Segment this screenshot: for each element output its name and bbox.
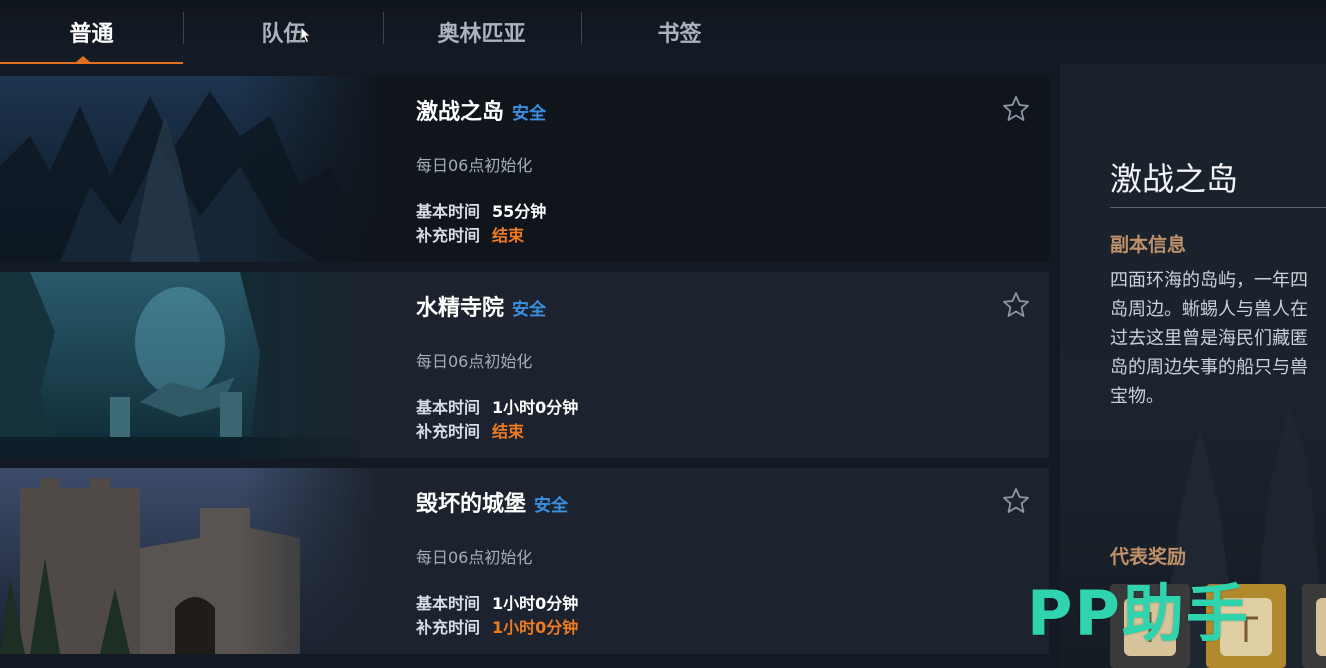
bookmark-star-icon[interactable] [1001, 94, 1031, 124]
dungeon-name: 激战之岛 [416, 100, 505, 125]
base-time-value: 1小时0分钟 [492, 398, 579, 417]
dungeon-name: 毁坏的城堡 [416, 492, 527, 517]
extra-time-value: 1小时0分钟 [492, 618, 579, 637]
base-time-value: 1小时0分钟 [492, 594, 579, 613]
active-tab-indicator [0, 62, 183, 64]
base-time-value: 55分钟 [492, 202, 547, 221]
extra-time-value: 结束 [492, 422, 525, 441]
active-tab-caret [76, 56, 90, 62]
dungeon-card[interactable]: 激战之岛 安全 每日06点初始化 基本时间 55分钟 补充时间 结束 [0, 76, 1049, 262]
tab-divider [383, 12, 384, 44]
base-time-label: 基本时间 [416, 398, 481, 417]
tab-normal[interactable]: 普通 [0, 0, 183, 64]
dungeon-thumbnail-temple [0, 272, 380, 458]
tab-olympia[interactable]: 奥林匹亚 [390, 0, 573, 64]
extra-time-value: 结束 [492, 226, 525, 245]
tab-bar: 普通 队伍 奥林匹亚 书签 [0, 0, 1326, 64]
description-line: 宝物。 [1110, 386, 1164, 407]
detail-title: 激战之岛 [1110, 160, 1239, 198]
extra-time-row: 补充时间 结束 [416, 418, 524, 442]
watermark-logo: PP助手 [1027, 577, 1250, 650]
base-time-row: 基本时间 55分钟 [416, 198, 546, 222]
description-line: 岛周边。蜥蜴人与兽人在 [1110, 299, 1308, 320]
detail-divider [1110, 207, 1326, 208]
detail-description: 四面环海的岛屿，一年四 岛周边。蜥蜴人与兽人在 过去这里曾是海民们藏匿 岛的周边… [1110, 266, 1326, 411]
reset-info: 每日06点初始化 [416, 156, 533, 175]
dungeon-title: 激战之岛 安全 [416, 94, 546, 126]
info-heading: 副本信息 [1110, 234, 1187, 256]
status-badge: 安全 [512, 300, 547, 320]
bookmark-star-icon[interactable] [1001, 486, 1031, 516]
dungeon-thumbnail-castle [0, 468, 380, 654]
reset-info: 每日06点初始化 [416, 352, 533, 371]
status-badge: 安全 [534, 496, 569, 516]
tab-divider [183, 12, 184, 44]
dungeon-card[interactable]: 毁坏的城堡 安全 每日06点初始化 基本时间 1小时0分钟 补充时间 1小时0分钟 [0, 468, 1049, 654]
base-time-row: 基本时间 1小时0分钟 [416, 590, 578, 614]
mouse-cursor-icon [300, 26, 311, 44]
dungeon-thumbnail-island [0, 76, 380, 262]
dungeon-title: 毁坏的城堡 安全 [416, 486, 568, 518]
description-line: 过去这里曾是海民们藏匿 [1110, 328, 1308, 349]
dungeon-card[interactable]: 水精寺院 安全 每日06点初始化 基本时间 1小时0分钟 补充时间 结束 [0, 272, 1049, 458]
reset-info: 每日06点初始化 [416, 548, 533, 567]
dungeon-title: 水精寺院 安全 [416, 290, 546, 322]
reward-scroll-icon[interactable] [1302, 584, 1326, 668]
extra-time-label: 补充时间 [416, 226, 481, 245]
base-time-row: 基本时间 1小时0分钟 [416, 394, 578, 418]
description-line: 四面环海的岛屿，一年四 [1110, 270, 1308, 291]
base-time-label: 基本时间 [416, 594, 481, 613]
tab-divider [581, 12, 582, 44]
extra-time-row: 补充时间 结束 [416, 222, 524, 246]
tab-party[interactable]: 队伍 [192, 0, 375, 64]
base-time-label: 基本时间 [416, 202, 481, 221]
status-badge: 安全 [512, 104, 547, 124]
bookmark-star-icon[interactable] [1001, 290, 1031, 320]
dungeon-name: 水精寺院 [416, 296, 505, 321]
description-line: 岛的周边失事的船只与兽 [1110, 357, 1308, 378]
extra-time-label: 补充时间 [416, 422, 481, 441]
extra-time-row: 补充时间 1小时0分钟 [416, 614, 578, 638]
tab-bookmarks[interactable]: 书签 [588, 0, 771, 64]
extra-time-label: 补充时间 [416, 618, 481, 637]
